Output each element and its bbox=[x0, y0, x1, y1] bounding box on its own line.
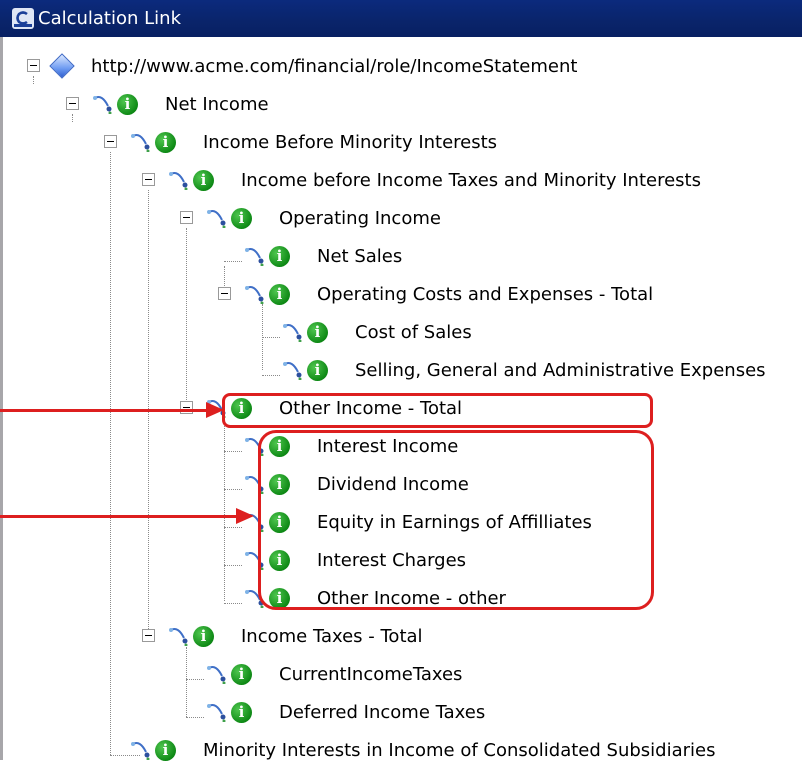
collapse-toggle[interactable] bbox=[142, 629, 155, 642]
tree-item[interactable]: i Income before Income Taxes and Minorit… bbox=[3, 161, 783, 199]
collapse-toggle[interactable] bbox=[104, 135, 117, 148]
tree-item[interactable]: i Net Income bbox=[3, 85, 783, 123]
calculation-arc-icon bbox=[283, 324, 302, 342]
tree-item[interactable]: i Net Sales bbox=[3, 237, 783, 275]
concept-item-icon: i bbox=[307, 360, 328, 381]
concept-item-icon: i bbox=[155, 740, 176, 761]
collapse-toggle[interactable] bbox=[27, 59, 40, 72]
concept-item-icon: i bbox=[269, 246, 290, 267]
tree-item[interactable]: i Operating Costs and Expenses - Total bbox=[3, 275, 783, 313]
tree-item-label: Net Sales bbox=[317, 245, 403, 267]
tree-item-label: Minority Interests in Income of Consolid… bbox=[203, 739, 716, 761]
annotation-arrow-line bbox=[0, 409, 208, 412]
tree-item[interactable]: i Income Before Minority Interests bbox=[3, 123, 783, 161]
calculation-arc-icon bbox=[131, 742, 150, 760]
calculation-arc-icon bbox=[207, 704, 226, 722]
tree-item[interactable]: i Operating Income bbox=[3, 199, 783, 237]
calculation-link-icon bbox=[12, 8, 34, 29]
tree-root[interactable]: http://www.acme.com/financial/role/Incom… bbox=[3, 47, 783, 85]
annotation-arrow-head bbox=[206, 402, 224, 418]
tree-item[interactable]: i Minority Interests in Income of Consol… bbox=[3, 731, 783, 769]
role-diamond-icon bbox=[49, 53, 75, 79]
tree-item[interactable]: i Cost of Sales bbox=[3, 313, 783, 351]
concept-item-icon: i bbox=[155, 132, 176, 153]
tree-item-label: Income before Income Taxes and Minority … bbox=[241, 169, 701, 191]
window-title: Calculation Link bbox=[38, 8, 181, 29]
collapse-toggle[interactable] bbox=[180, 211, 193, 224]
calculation-arc-icon bbox=[207, 666, 226, 684]
tree-item-label: Cost of Sales bbox=[355, 321, 472, 343]
concept-item-icon: i bbox=[193, 170, 214, 191]
annotation-arrow-line bbox=[0, 515, 238, 518]
calculation-arc-icon bbox=[245, 286, 264, 304]
calculation-arc-icon bbox=[245, 248, 264, 266]
annotation-arrow-head bbox=[236, 508, 254, 524]
highlight-box-children bbox=[258, 430, 654, 610]
highlight-box-parent bbox=[222, 393, 653, 428]
calculation-arc-icon bbox=[169, 628, 188, 646]
tree-item-label: Deferred Income Taxes bbox=[279, 701, 486, 723]
tree-item-label: Operating Income bbox=[279, 207, 441, 229]
tree-item[interactable]: i Deferred Income Taxes bbox=[3, 693, 783, 731]
concept-item-icon: i bbox=[307, 322, 328, 343]
window-titlebar: Calculation Link bbox=[0, 0, 802, 37]
concept-item-icon: i bbox=[269, 284, 290, 305]
tree-item-label: Operating Costs and Expenses - Total bbox=[317, 283, 654, 305]
tree-root-label: http://www.acme.com/financial/role/Incom… bbox=[91, 55, 578, 77]
concept-item-icon: i bbox=[231, 664, 252, 685]
concept-item-icon: i bbox=[231, 702, 252, 723]
calculation-arc-icon bbox=[207, 210, 226, 228]
tree-item-label: CurrentIncomeTaxes bbox=[279, 663, 463, 685]
tree-item-label: Selling, General and Administrative Expe… bbox=[355, 359, 766, 381]
concept-item-icon: i bbox=[231, 208, 252, 229]
calculation-arc-icon bbox=[283, 362, 302, 380]
calculation-arc-icon bbox=[169, 172, 188, 190]
collapse-toggle[interactable] bbox=[180, 401, 193, 414]
tree-item-label: Income Taxes - Total bbox=[241, 625, 423, 647]
collapse-toggle[interactable] bbox=[218, 287, 231, 300]
concept-item-icon: i bbox=[193, 626, 214, 647]
tree-item-label: Net Income bbox=[165, 93, 269, 115]
tree-item-label: Income Before Minority Interests bbox=[203, 131, 498, 153]
tree-item[interactable]: i Selling, General and Administrative Ex… bbox=[3, 351, 783, 389]
calculation-arc-icon bbox=[93, 96, 112, 114]
calculation-arc-icon bbox=[131, 134, 150, 152]
collapse-toggle[interactable] bbox=[142, 173, 155, 186]
concept-item-icon: i bbox=[117, 94, 138, 115]
tree-item[interactable]: i Income Taxes - Total bbox=[3, 617, 783, 655]
tree-item[interactable]: i CurrentIncomeTaxes bbox=[3, 655, 783, 693]
collapse-toggle[interactable] bbox=[66, 97, 79, 110]
